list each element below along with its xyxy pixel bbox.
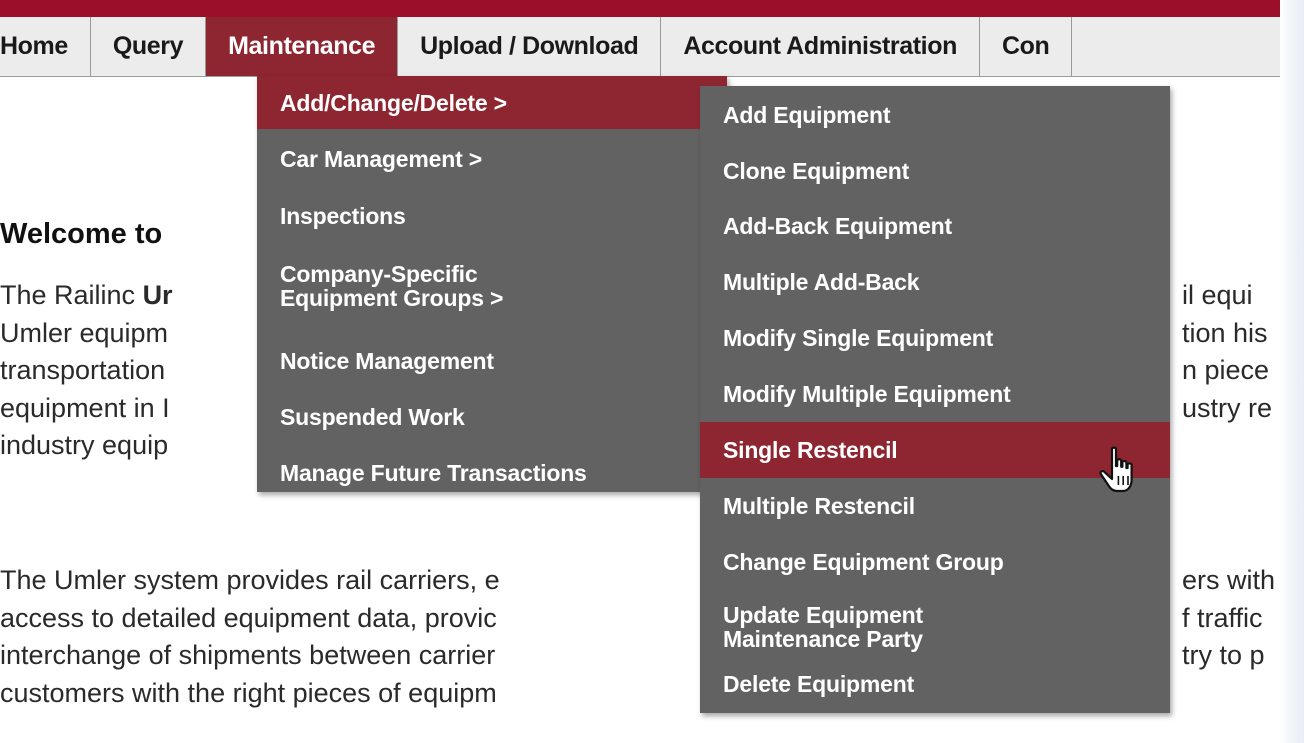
- add-change-delete-submenu: Add Equipment Clone Equipment Add-Back E…: [700, 86, 1170, 713]
- nav-con-truncated[interactable]: Con: [980, 17, 1073, 76]
- menu-item-notice-management[interactable]: Notice Management: [257, 336, 727, 386]
- para1-l1-bold: Ur: [142, 280, 173, 310]
- submenu-multiple-add-back[interactable]: Multiple Add-Back: [700, 258, 1170, 306]
- menu-item-suspended-work[interactable]: Suspended Work: [257, 392, 727, 442]
- menu-item-add-change-delete[interactable]: Add/Change/Delete >: [257, 76, 727, 129]
- submenu-add-equipment[interactable]: Add Equipment: [700, 91, 1170, 139]
- right-edge-fade: [1280, 0, 1304, 743]
- submenu-update-maintenance-party[interactable]: Update Equipment Maintenance Party: [700, 591, 1030, 663]
- menu-item-inspections[interactable]: Inspections: [257, 191, 727, 241]
- submenu-add-back-equipment[interactable]: Add-Back Equipment: [700, 202, 1170, 250]
- submenu-modify-multiple-equipment[interactable]: Modify Multiple Equipment: [700, 370, 1170, 418]
- welcome-heading: Welcome to: [0, 218, 163, 250]
- nav-query[interactable]: Query: [91, 17, 207, 76]
- umler-paragraph-right: ers with f traffic try to p: [1182, 562, 1282, 675]
- para1-r4: ustry re: [1182, 392, 1273, 423]
- para1-r3: n piece: [1182, 355, 1270, 385]
- intro-paragraph-right: il equi tion his n piece ustry re: [1182, 277, 1282, 427]
- menu-item-car-management[interactable]: Car Management >: [257, 134, 727, 184]
- main-nav: Home Query Maintenance Upload / Download…: [0, 17, 1280, 77]
- submenu-delete-equipment[interactable]: Delete Equipment: [700, 660, 1170, 708]
- menu-item-manage-future-transactions[interactable]: Manage Future Transactions: [257, 448, 727, 498]
- para2-r2: f traffic: [1182, 602, 1263, 633]
- nav-upload-download[interactable]: Upload / Download: [398, 17, 662, 76]
- submenu-clone-equipment[interactable]: Clone Equipment: [700, 147, 1170, 195]
- nav-home[interactable]: Home: [0, 17, 91, 76]
- submenu-modify-single-equipment[interactable]: Modify Single Equipment: [700, 314, 1170, 362]
- para2-r3: try to p: [1182, 640, 1265, 670]
- brand-top-bar: [0, 0, 1280, 17]
- para2-r1: ers with: [1182, 565, 1276, 595]
- menu-item-company-specific-groups[interactable]: Company-Specific Equipment Groups >: [257, 248, 577, 324]
- hand-pointer-icon: [1099, 446, 1133, 493]
- maintenance-dropdown: Add/Change/Delete > Car Management > Ins…: [257, 76, 727, 492]
- nav-account-administration[interactable]: Account Administration: [661, 17, 980, 76]
- para1-l5-left: industry equip: [0, 430, 169, 460]
- para1-r2: tion his: [1182, 317, 1268, 348]
- submenu-change-equipment-group[interactable]: Change Equipment Group: [700, 538, 1170, 586]
- para1-l1-pre: The Railinc: [0, 280, 143, 310]
- nav-maintenance[interactable]: Maintenance: [206, 17, 399, 76]
- para1-r1: il equi: [1182, 280, 1253, 310]
